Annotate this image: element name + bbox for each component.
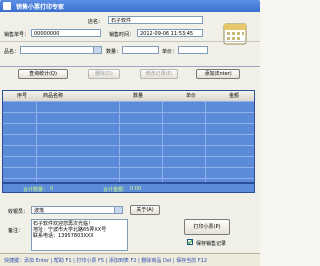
about-label: 关于(A)	[136, 207, 154, 213]
save-record-label: 保存销售记录	[196, 241, 227, 247]
time-label: 销售时间：	[109, 32, 135, 38]
remark-label: 备注：	[8, 228, 24, 234]
total-qty-label: 合计数量：	[23, 187, 49, 193]
query-stats-button[interactable]: 查询统计(Q)	[18, 69, 68, 79]
remark-textarea[interactable]: 石子软件欢迎您再次光临！ 地址：宁波市大学北路65弄XX号 联系电话：13957…	[31, 219, 128, 251]
chevron-down-icon[interactable]	[93, 47, 101, 53]
store-name-field[interactable]: 石子软件	[108, 16, 203, 24]
col-product: 商品名称	[43, 93, 64, 99]
total-qty-value: 0	[50, 186, 54, 192]
calendar-icon	[222, 20, 248, 46]
table-header: 序号 商品名称 数量 单价 金额	[3, 91, 254, 101]
qty-input[interactable]	[122, 46, 159, 54]
store-label: 店名：	[88, 19, 104, 25]
add-label: 添加(Enter)	[204, 71, 232, 77]
col-index: 序号	[17, 93, 28, 99]
receipt-no-field[interactable]: 00000000	[31, 29, 101, 37]
cashier-value: 波落	[34, 208, 45, 214]
delete-label: 删除(D)	[95, 71, 113, 77]
product-label: 品名：	[4, 49, 20, 55]
chevron-down-icon[interactable]	[114, 207, 122, 213]
print-receipt-label: 打印小票(P)	[193, 224, 221, 230]
product-select[interactable]	[20, 46, 102, 54]
time-field[interactable]: 2012-09-06 11:53:45	[137, 29, 203, 37]
col-qty: 数量	[133, 93, 144, 99]
header-panel: 店名： 石子软件 销售单号： 00000000 销售时间： 2012-09-06…	[0, 12, 260, 67]
total-amount-label: 合计金额：	[103, 187, 129, 193]
delete-button[interactable]: 删除(D)	[88, 69, 120, 79]
total-amount-value: 0.00	[130, 186, 142, 192]
edit-record-label: 修改记录(E)	[145, 71, 173, 77]
query-stats-label: 查询统计(Q)	[29, 71, 57, 77]
totals-bar: 合计数量： 0 合计金额： 0.00	[2, 183, 255, 193]
save-record-checkbox[interactable]	[187, 239, 193, 245]
price-label: 单价：	[162, 49, 178, 55]
title-bar: 销售小票打印专家	[0, 0, 260, 12]
col-amount: 金额	[229, 93, 240, 99]
price-input[interactable]	[178, 46, 208, 54]
status-bar: 快捷键：添加 Enter | 帮助 F1 | 打印小票 F5 | 添加到表 F2…	[0, 253, 260, 266]
add-button[interactable]: 添加(Enter)	[196, 69, 240, 79]
app-window: 销售小票打印专家 店名： 石子软件 销售单号： 00000000 销售时间： 2…	[0, 0, 260, 266]
footer-panel: 收银员： 波落 关于(A) 备注： 石子软件欢迎您再次光临！ 地址：宁波市大学北…	[0, 196, 260, 253]
divider	[0, 41, 260, 42]
window-title: 销售小票打印专家	[16, 4, 65, 11]
print-receipt-button[interactable]: 打印小票(P)	[184, 219, 230, 235]
col-price: 单价	[186, 93, 197, 99]
receipt-no-label: 销售单号：	[4, 32, 30, 38]
items-table[interactable]: 序号 商品名称 数量 单价 金额	[2, 90, 255, 183]
app-icon	[3, 2, 11, 10]
qty-label: 数量：	[106, 49, 122, 55]
cashier-label: 收银员：	[8, 209, 29, 215]
about-button[interactable]: 关于(A)	[130, 205, 160, 215]
cashier-select[interactable]: 波落	[31, 206, 123, 214]
edit-record-button[interactable]: 修改记录(E)	[140, 69, 178, 79]
shortcut-hints: 快捷键：添加 Enter | 帮助 F1 | 打印小票 F5 | 添加到表 F2…	[4, 258, 208, 264]
